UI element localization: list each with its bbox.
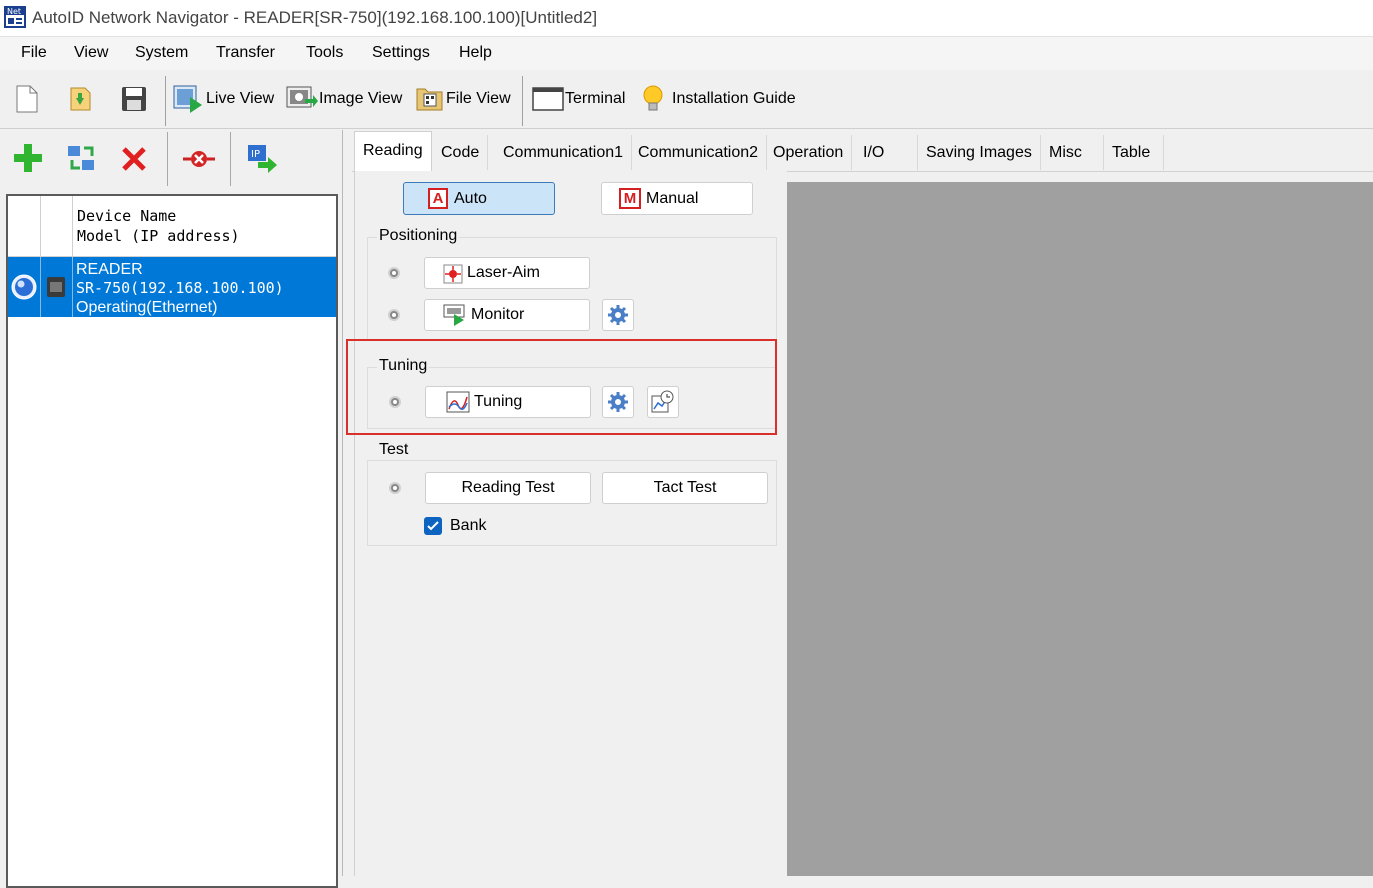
file-view-label: File View — [446, 90, 511, 107]
ip-setting-button[interactable]: IP — [244, 140, 280, 176]
tab-reading[interactable]: Reading — [354, 131, 432, 171]
terminal-icon — [532, 87, 564, 111]
checkmark-icon — [427, 521, 439, 531]
live-view-icon — [173, 85, 202, 113]
device-toolbar: IP — [0, 130, 345, 188]
monitor-label: Monitor — [471, 306, 525, 323]
delete-device-button[interactable] — [117, 140, 153, 176]
title-bar: Net AutoID Network Navigator - READER[SR… — [0, 0, 1373, 36]
add-device-button[interactable] — [10, 140, 46, 176]
window-title: AutoID Network Navigator - READER[SR-750… — [32, 8, 598, 27]
file-view-icon — [416, 88, 443, 111]
open-file-icon — [70, 87, 91, 111]
installation-guide-label: Installation Guide — [672, 90, 796, 107]
test-title: Test — [377, 441, 411, 459]
header-device-name: Device Name — [77, 207, 177, 225]
reading-tab-panel: A Auto M Manual Positioning Laser-Aim Mo… — [354, 171, 787, 876]
reading-test-button[interactable]: Reading Test — [425, 472, 591, 504]
bank-checkbox[interactable] — [424, 517, 442, 535]
refresh-devices-button[interactable] — [64, 140, 100, 176]
image-view-button[interactable]: Image View — [285, 82, 402, 116]
live-view-label: Live View — [206, 90, 275, 107]
tab-misc[interactable]: Misc — [1041, 135, 1104, 170]
menu-view[interactable]: View — [74, 44, 108, 62]
manual-mode-label: Manual — [646, 189, 699, 207]
tab-communication1[interactable]: Communication1 — [495, 135, 633, 170]
new-file-icon — [16, 85, 38, 113]
installation-guide-button[interactable]: Installation Guide — [640, 82, 796, 116]
menu-transfer[interactable]: Transfer — [216, 44, 275, 62]
menu-help[interactable]: Help — [459, 44, 492, 62]
monitor-status-icon — [388, 309, 400, 321]
device-status: Operating(Ethernet) — [76, 299, 218, 316]
panel-splitter[interactable] — [342, 130, 353, 876]
tab-communication2[interactable]: Communication2 — [630, 135, 768, 170]
device-name: READER — [76, 261, 143, 278]
laser-aim-label: Laser-Aim — [467, 264, 540, 281]
main-toolbar: Live View Image View File View Terminal — [0, 70, 1373, 129]
tact-test-button[interactable]: Tact Test — [602, 472, 768, 504]
lightbulb-icon — [643, 85, 663, 111]
image-view-label: Image View — [319, 90, 403, 107]
monitor-settings-button[interactable] — [602, 299, 634, 331]
disconnect-icon — [183, 151, 215, 167]
connection-status-icon — [11, 274, 37, 300]
open-button[interactable] — [66, 82, 96, 116]
live-view-button[interactable]: Live View — [172, 82, 274, 116]
device-list-header: Device Name Model (IP address) — [8, 196, 336, 257]
image-view-icon — [286, 86, 318, 108]
tab-operation[interactable]: Operation — [765, 135, 853, 170]
save-icon — [122, 87, 146, 111]
new-button[interactable] — [14, 82, 40, 116]
device-model: SR-750(192.168.100.100) — [76, 279, 284, 297]
menu-settings[interactable]: Settings — [372, 44, 430, 62]
test-status-icon — [389, 482, 401, 494]
laser-aim-button[interactable]: Laser-Aim — [424, 257, 590, 289]
reader-device-icon — [47, 277, 65, 297]
tuning-highlight-box — [346, 339, 777, 435]
menu-tools[interactable]: Tools — [306, 44, 343, 62]
tab-saving-images[interactable]: Saving Images — [918, 135, 1041, 170]
monitor-button[interactable]: Monitor — [424, 299, 590, 331]
image-preview-area — [787, 182, 1373, 876]
auto-mode-button[interactable]: A Auto — [403, 182, 555, 215]
monitor-icon — [443, 304, 465, 326]
net-app-icon: Net — [4, 6, 26, 28]
terminal-button[interactable]: Terminal — [531, 82, 625, 116]
laser-aim-status-icon — [388, 267, 400, 279]
terminal-label: Terminal — [565, 90, 626, 107]
menu-file[interactable]: File — [21, 44, 47, 62]
refresh-devices-icon — [68, 146, 94, 170]
positioning-title: Positioning — [377, 227, 460, 245]
device-row[interactable]: READER SR-750(192.168.100.100) Operating… — [8, 257, 336, 317]
svg-text:IP: IP — [251, 149, 260, 160]
menu-system[interactable]: System — [135, 44, 188, 62]
menu-bar: File View System Transfer Tools Settings… — [0, 36, 1373, 70]
auto-mode-icon: A — [428, 188, 448, 209]
device-list: Device Name Model (IP address) READER SR… — [6, 194, 338, 888]
gear-icon — [608, 305, 628, 325]
save-button[interactable] — [119, 82, 149, 116]
manual-mode-button[interactable]: M Manual — [601, 182, 753, 215]
laser-aim-icon — [443, 264, 463, 284]
disconnect-button[interactable] — [181, 140, 217, 176]
tab-code[interactable]: Code — [433, 135, 489, 170]
auto-mode-label: Auto — [454, 189, 487, 207]
tab-io[interactable]: I/O — [855, 135, 918, 170]
ip-setting-icon: IP — [248, 145, 277, 173]
delete-device-icon — [122, 147, 146, 171]
settings-tabs: Reading Code Communication1 Communicatio… — [352, 131, 1373, 172]
tab-table[interactable]: Table — [1104, 135, 1164, 170]
add-device-icon — [14, 144, 42, 172]
file-view-button[interactable]: File View — [414, 82, 511, 116]
svg-text:Net: Net — [7, 7, 21, 16]
header-model-ip: Model (IP address) — [77, 227, 240, 245]
manual-mode-icon: M — [619, 188, 641, 209]
bank-label[interactable]: Bank — [450, 517, 486, 535]
